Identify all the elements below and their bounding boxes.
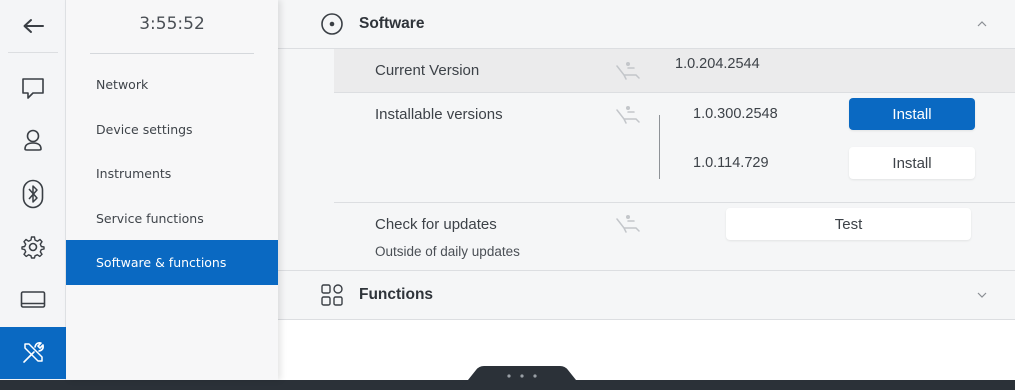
chat-bubble-icon [22,78,44,99]
main-content: Software Current Version 1.0.204.2544 In… [278,0,1015,380]
check-updates-sublabel: Outside of daily updates [375,244,520,259]
dental-chair-icon [616,106,640,124]
dental-chair-icon [616,215,640,233]
check-updates-label: Check for updates [375,216,497,233]
disc-icon [321,13,343,35]
drawer-handle[interactable] [460,366,584,390]
gear-icon [21,236,45,259]
menu-item-device-settings[interactable]: Device settings [66,107,278,152]
row-divider [334,202,1015,203]
dental-chair-icon [616,62,640,80]
grid-icon [321,284,343,306]
software-section-title: Software [359,15,425,32]
software-section-header[interactable]: Software [278,0,1015,48]
rail-divider [8,52,58,53]
menu-item-instruments[interactable]: Instruments [66,151,278,196]
row-divider [334,92,1015,93]
installable-version-2: 1.0.114.729 [693,155,769,171]
menu-item-network[interactable]: Network [66,62,278,107]
chevron-up-icon[interactable] [977,21,987,27]
user-icon [24,129,42,151]
rail-item-display[interactable] [0,274,66,326]
rail-item-messages[interactable] [0,62,66,114]
menu-item-service-functions[interactable]: Service functions [66,196,278,241]
tools-icon [23,342,44,363]
install-button-2[interactable]: Install [849,147,975,179]
test-button[interactable]: Test [726,208,971,240]
rail-item-bluetooth[interactable] [0,168,66,220]
functions-section-header[interactable]: Functions [278,271,1015,319]
clock: 3:55:52 [139,14,205,34]
rail-item-tools[interactable] [0,327,66,379]
functions-section-title: Functions [359,286,434,303]
current-version-value: 1.0.204.2544 [675,56,760,72]
menu-item-software-functions[interactable]: Software & functions [66,240,278,285]
display-icon [20,291,46,308]
rail-item-users[interactable] [0,114,66,166]
versions-divider [659,115,660,179]
installable-version-1: 1.0.300.2548 [693,106,778,122]
bluetooth-icon [22,179,44,209]
back-arrow-icon [23,19,44,33]
menu-divider [90,53,254,54]
icon-rail [0,0,66,380]
empty-area [278,320,1015,380]
back-button[interactable] [0,0,66,52]
chevron-down-icon[interactable] [977,292,987,298]
rail-item-settings[interactable] [0,221,66,273]
installable-versions-label: Installable versions [375,106,503,123]
current-version-label: Current Version [375,62,480,79]
settings-menu: 3:55:52 Network Device settings Instrume… [66,0,278,380]
install-button-1[interactable]: Install [849,98,975,130]
